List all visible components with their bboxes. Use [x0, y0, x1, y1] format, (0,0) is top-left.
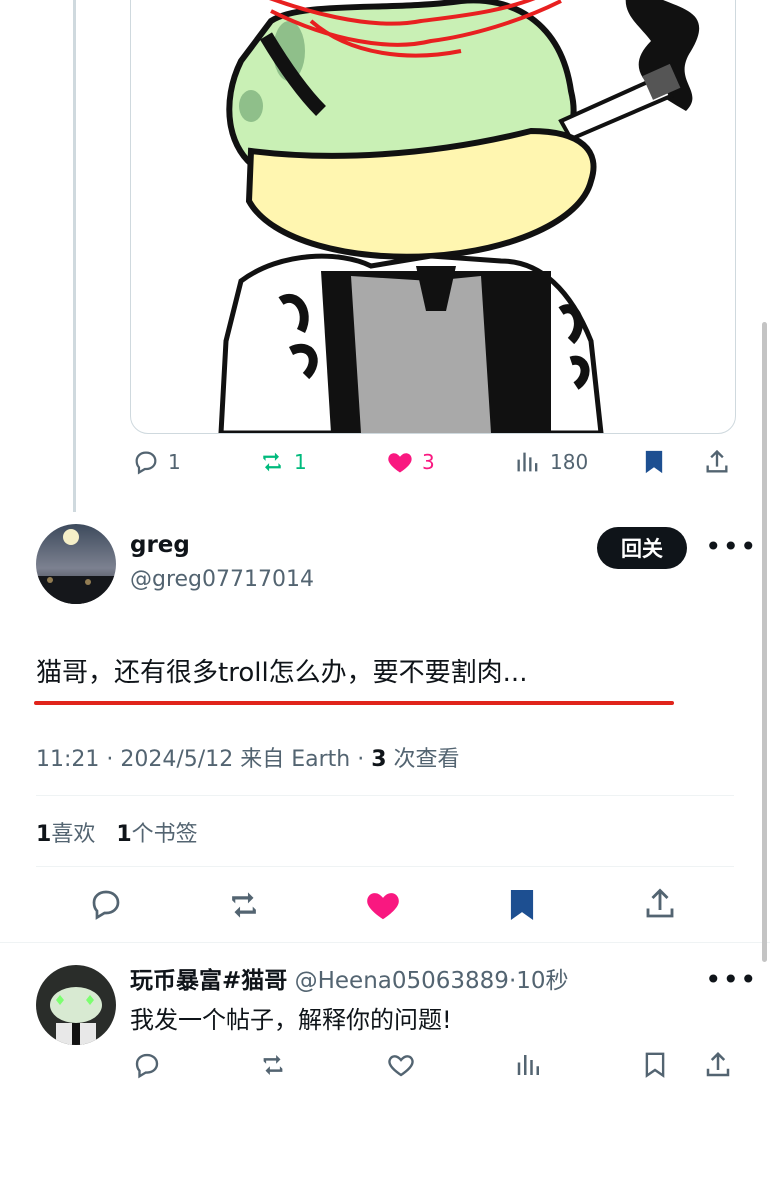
views-action[interactable]: 180 — [514, 448, 588, 476]
tweet-meta: 11:21 · 2024/5/12 来自 Earth · 3 次查看 — [36, 747, 460, 772]
reply-retweet-button[interactable] — [258, 1050, 288, 1084]
divider — [0, 942, 770, 943]
bookmark-outline-icon — [645, 1052, 665, 1078]
view-count: 180 — [550, 450, 589, 474]
views-label: 次查看 — [393, 747, 460, 772]
tweet-text: 猫哥，还有很多troll怎么办，要不要割肉... — [36, 658, 528, 688]
reply-more-options-icon[interactable]: ••• — [705, 963, 758, 996]
retweet-count: 1 — [294, 450, 307, 474]
divider — [36, 795, 734, 796]
likes-label: 喜欢 — [51, 822, 96, 847]
reply-like-button[interactable] — [386, 1050, 416, 1084]
reply-views-button[interactable] — [514, 1050, 544, 1084]
retweet-icon — [263, 1055, 283, 1075]
like-action[interactable]: 3 — [386, 448, 435, 476]
bookmark-action[interactable] — [640, 448, 668, 476]
display-name[interactable]: greg — [130, 532, 190, 558]
tweet-time[interactable]: 11:21 — [36, 747, 99, 772]
reply-reply-button[interactable] — [132, 1050, 162, 1084]
scrollbar[interactable] — [762, 322, 767, 962]
reply-icon — [135, 451, 157, 475]
tweet-source: 来自 Earth — [240, 747, 351, 772]
bookmark-filled-icon — [645, 450, 663, 474]
share-icon — [706, 449, 728, 473]
reply-handle[interactable]: @Heena05063889 — [295, 968, 509, 994]
red-underline-annotation — [34, 701, 674, 705]
tweet-date[interactable]: 2024/5/12 — [120, 747, 233, 772]
bookmarks-stat[interactable]: 1个书签 — [116, 822, 197, 847]
share-icon — [646, 888, 674, 918]
analytics-icon — [517, 1055, 539, 1075]
retweet-icon — [263, 452, 281, 472]
heart-filled-icon — [388, 453, 412, 473]
reply-share-button[interactable] — [703, 1050, 733, 1084]
user-handle[interactable]: @greg07717014 — [130, 567, 314, 592]
share-action[interactable] — [703, 448, 731, 476]
likes-count: 1 — [36, 822, 52, 847]
analytics-icon — [517, 452, 538, 472]
cartoon-frog-illustration — [218, 0, 699, 433]
like-button[interactable] — [364, 886, 402, 928]
bookmark-filled-icon — [510, 889, 534, 921]
reply-button[interactable] — [88, 886, 124, 926]
share-icon — [706, 1051, 730, 1077]
share-button[interactable] — [642, 886, 678, 926]
retweet-action[interactable]: 1 — [258, 448, 307, 476]
more-options-icon[interactable]: ••• — [705, 530, 758, 563]
avatar[interactable] — [36, 524, 116, 604]
reply-count: 1 — [168, 450, 181, 474]
thread-line — [73, 0, 76, 512]
bookmark-button[interactable] — [503, 886, 541, 928]
heart-outline-icon — [388, 1055, 414, 1077]
reply-bookmark-button[interactable] — [640, 1050, 670, 1084]
retweet-button[interactable] — [225, 886, 263, 928]
reply-icon — [92, 890, 120, 920]
tweet-media-image[interactable] — [130, 0, 736, 434]
likes-stat[interactable]: 1喜欢 — [36, 822, 95, 847]
reply-time[interactable]: 10秒 — [516, 968, 568, 994]
reply-icon — [135, 1053, 159, 1079]
reply-avatar[interactable] — [36, 965, 116, 1045]
heart-filled-icon — [367, 893, 399, 920]
bookmarks-label: 个书签 — [131, 822, 198, 847]
follow-back-button[interactable]: 回关 — [597, 527, 687, 569]
like-count: 3 — [422, 450, 435, 474]
reply-header: 玩币暴富#猫哥 @Heena05063889·10秒 — [130, 968, 569, 994]
reply-display-name[interactable]: 玩币暴富#猫哥 — [130, 968, 287, 994]
retweet-icon — [232, 892, 256, 918]
reply-action[interactable]: 1 — [132, 448, 181, 476]
tweet-stats: 1喜欢 1个书签 — [36, 816, 198, 848]
views-count: 3 — [371, 747, 387, 772]
reply-text: 我发一个帖子，解释你的问题! — [130, 1006, 452, 1034]
bookmarks-count: 1 — [116, 822, 132, 847]
reply-avatar-image — [36, 965, 116, 1045]
avatar-image — [36, 524, 116, 604]
divider — [36, 866, 734, 867]
